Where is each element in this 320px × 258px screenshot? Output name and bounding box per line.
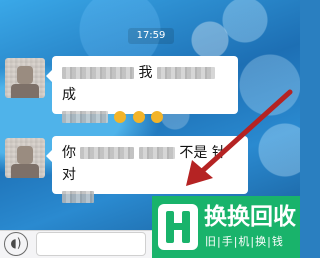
emoji-icon [114,111,127,123]
blurred-text [62,111,108,123]
message-timestamp: 17:59 [128,28,174,44]
emoji-icon [132,111,145,123]
watermark-title: 换换回收 [204,204,296,230]
message-text: 成 [62,87,76,103]
watermark-logo: 换换回收 旧|手|机|换|钱 [152,196,300,258]
message-input[interactable] [36,232,146,256]
message-text: 不是 [179,145,208,161]
emoji-icon [151,111,164,123]
message-text: 你 [62,145,76,161]
message-bubble[interactable]: 你 不是 针对 [46,136,248,203]
blurred-text [80,147,135,159]
blurred-text [62,191,94,203]
voice-icon[interactable]: ◖) [4,232,28,256]
watermark-subtitle: 旧|手|机|换|钱 [205,235,284,248]
blurred-text [156,67,215,79]
message-text: 我 [138,65,153,81]
contact-avatar[interactable] [5,58,45,98]
blurred-text [62,67,134,79]
blurred-text [138,147,175,159]
contact-avatar[interactable] [5,138,45,178]
message-bubble[interactable]: 我 成 [46,56,238,123]
hh-logo-icon [158,204,198,250]
